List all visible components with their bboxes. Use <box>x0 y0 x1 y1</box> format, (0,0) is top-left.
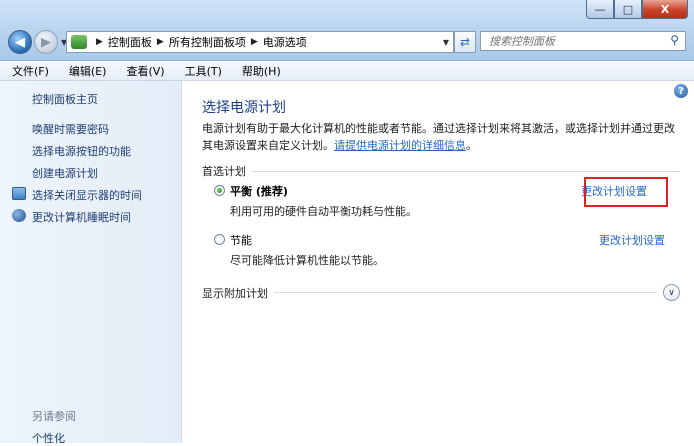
menu-view[interactable]: 查看(V) <box>114 63 172 79</box>
plan-details-link[interactable]: 请提供电源计划的详细信息 <box>334 139 466 152</box>
sidebar-item-display-off[interactable]: 选择关闭显示器的时间 <box>32 187 142 203</box>
forward-button[interactable]: ▶ <box>34 30 58 54</box>
highlight-box <box>584 177 668 207</box>
plan-balanced-radio[interactable] <box>214 185 225 196</box>
breadcrumb-power-options[interactable]: 电源选项 <box>263 34 307 50</box>
address-bar[interactable]: ▶ 控制面板 ▶ 所有控制面板项 ▶ 电源选项 ▼ <box>66 31 454 53</box>
menu-edit[interactable]: 编辑(E) <box>57 63 115 79</box>
sidebar-item-sleep-time[interactable]: 更改计算机睡眠时间 <box>32 209 131 225</box>
additional-plans-section[interactable]: 显示附加计划 ∨ <box>202 284 680 301</box>
help-icon[interactable]: ? <box>674 84 688 98</box>
back-button[interactable]: ◀ <box>8 30 32 54</box>
refresh-icon: ⇄ <box>459 35 471 49</box>
search-box[interactable]: ⚲ <box>480 31 686 51</box>
breadcrumb-separator-icon[interactable]: ▶ <box>251 37 258 47</box>
chevron-down-icon[interactable]: ∨ <box>663 284 680 301</box>
sidebar-item-wake-password[interactable]: 唤醒时需要密码 <box>32 121 109 137</box>
section-divider <box>274 292 657 293</box>
plan-balanced-label[interactable]: 平衡 (推荐) <box>230 183 288 199</box>
description-end: 。 <box>466 139 477 152</box>
monitor-icon <box>12 187 26 200</box>
arrow-left-icon: ◀ <box>15 34 25 50</box>
control-panel-icon <box>71 35 87 49</box>
sidebar-item-power-buttons[interactable]: 选择电源按钮的功能 <box>32 143 131 159</box>
section-divider <box>252 170 680 172</box>
address-dropdown-icon[interactable]: ▼ <box>443 38 449 47</box>
page-title: 选择电源计划 <box>202 100 286 116</box>
navigation-buttons: ◀ ▶ ▼ <box>8 30 67 54</box>
moon-icon <box>12 209 26 222</box>
plan-balanced-description: 利用可用的硬件自动平衡功耗与性能。 <box>230 205 417 218</box>
plan-power-saver-radio[interactable] <box>214 234 225 245</box>
plan-power-saver-change-settings-link[interactable]: 更改计划设置 <box>599 232 665 248</box>
menu-tools[interactable]: 工具(T) <box>173 63 230 79</box>
menu-file[interactable]: 文件(F) <box>0 63 57 79</box>
arrow-right-icon: ▶ <box>41 34 51 50</box>
breadcrumb-separator-icon[interactable]: ▶ <box>157 37 164 47</box>
see-also-heading: 另请参阅 <box>32 410 76 423</box>
breadcrumb-control-panel[interactable]: 控制面板 <box>108 34 152 50</box>
minimize-button[interactable]: — <box>586 0 614 19</box>
sidebar-item-personalize[interactable]: 个性化 <box>32 430 65 446</box>
main-content: ? 选择电源计划 电源计划有助于最大化计算机的性能或者节能。通过选择计划来将其激… <box>182 81 694 443</box>
title-bar: — □ X ◀ ▶ ▼ ▶ 控制面板 ▶ 所有控制面板项 ▶ 电源选项 ▼ ⇄ … <box>0 0 694 61</box>
close-button[interactable]: X <box>642 0 688 19</box>
breadcrumb-separator-icon[interactable]: ▶ <box>96 37 103 47</box>
preferred-plans-heading: 首选计划 <box>202 165 246 178</box>
sidebar-item-create-plan[interactable]: 创建电源计划 <box>32 165 98 181</box>
refresh-button[interactable]: ⇄ <box>454 31 476 53</box>
search-icon[interactable]: ⚲ <box>670 33 679 47</box>
maximize-button[interactable]: □ <box>614 0 642 19</box>
menu-bar: 文件(F) 编辑(E) 查看(V) 工具(T) 帮助(H) <box>0 61 694 81</box>
sidebar-control-panel-home[interactable]: 控制面板主页 <box>32 91 98 107</box>
additional-plans-heading[interactable]: 显示附加计划 <box>202 285 268 301</box>
window-controls: — □ X <box>586 0 688 20</box>
search-input[interactable] <box>487 33 671 49</box>
plan-balanced-name: 平衡 (推荐) <box>230 185 288 198</box>
sidebar: 控制面板主页 唤醒时需要密码 选择电源按钮的功能 创建电源计划 选择关闭显示器的… <box>0 81 182 446</box>
plan-power-saver-label[interactable]: 节能 <box>230 232 252 248</box>
plan-power-saver-description: 尽可能降低计算机性能以节能。 <box>230 254 384 267</box>
breadcrumb-all-items[interactable]: 所有控制面板项 <box>169 34 246 50</box>
page-description: 电源计划有助于最大化计算机的性能或者节能。通过选择计划来将其激活，或选择计划并通… <box>202 120 682 154</box>
menu-help[interactable]: 帮助(H) <box>230 63 289 79</box>
